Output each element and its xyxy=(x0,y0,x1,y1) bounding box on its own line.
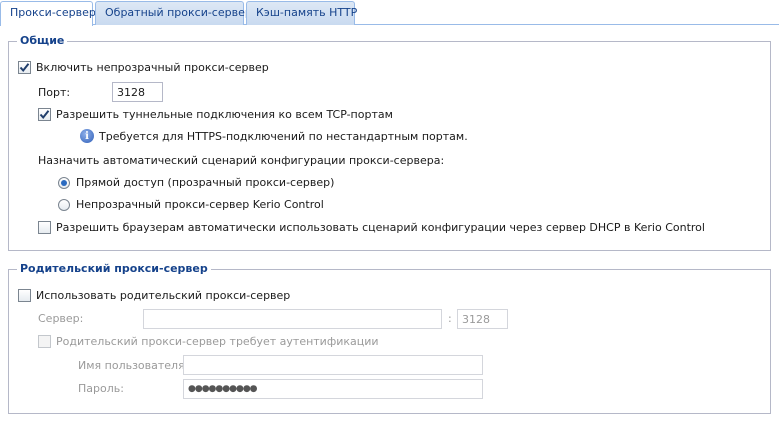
password-input[interactable]: ●●●●●●●●●● xyxy=(183,379,483,399)
server-label: Сервер: xyxy=(38,312,84,325)
radio-direct-row[interactable]: Прямой доступ (прозрачный прокси-сервер) xyxy=(58,176,334,189)
radio-kerio[interactable] xyxy=(58,198,70,211)
check-icon xyxy=(39,110,50,120)
auto-script-label: Назначить автоматический сценарий конфиг… xyxy=(38,154,445,167)
port-input[interactable] xyxy=(112,82,163,102)
password-label: Пароль: xyxy=(78,382,124,395)
allow-tunnel-checkbox[interactable] xyxy=(38,108,51,121)
allow-dhcp-row[interactable]: Разрешить браузерам автоматически исполь… xyxy=(38,221,705,234)
radio-direct[interactable] xyxy=(58,176,70,189)
info-icon: i xyxy=(80,129,94,143)
auth-required-row[interactable]: Родительский прокси-сервер требует аутен… xyxy=(38,335,379,348)
use-parent-checkbox[interactable] xyxy=(18,289,31,302)
auth-required-checkbox[interactable] xyxy=(38,335,51,348)
tab-proxy-server[interactable]: Прокси-сервер xyxy=(0,1,96,26)
allow-dhcp-label: Разрешить браузерам автоматически исполь… xyxy=(56,221,705,234)
enable-proxy-row[interactable]: Включить непрозрачный прокси-сервер xyxy=(18,61,269,74)
radio-selected-dot xyxy=(61,179,67,186)
use-parent-row[interactable]: Использовать родительский прокси-сервер xyxy=(18,289,290,302)
enable-proxy-label: Включить непрозрачный прокси-сервер xyxy=(36,61,269,74)
tab-http-cache[interactable]: Кэш-память HTTP xyxy=(246,1,357,25)
radio-kerio-row[interactable]: Непрозрачный прокси-сервер Kerio Control xyxy=(58,198,324,211)
port-label: Порт: xyxy=(38,86,71,99)
server-port-separator: : xyxy=(448,312,452,325)
general-group-title: Общие xyxy=(17,34,68,47)
info-row: i Требуется для HTTPS-подключений по нес… xyxy=(80,129,468,143)
tab-reverse-proxy[interactable]: Обратный прокси-сервер xyxy=(95,1,252,25)
allow-tunnel-row[interactable]: Разрешить туннельные подключения ко всем… xyxy=(38,108,393,121)
parent-proxy-group-title: Родительский прокси-сервер xyxy=(17,262,211,275)
tab-bar: Прокси-сервер Обратный прокси-сервер Кэш… xyxy=(0,0,779,26)
allow-tunnel-label: Разрешить туннельные подключения ко всем… xyxy=(56,108,393,121)
username-input[interactable] xyxy=(183,355,483,375)
enable-proxy-checkbox[interactable] xyxy=(18,61,31,74)
info-text: Требуется для HTTPS-подключений по неста… xyxy=(99,129,468,143)
radio-kerio-label: Непрозрачный прокси-сервер Kerio Control xyxy=(76,198,324,211)
radio-direct-label: Прямой доступ (прозрачный прокси-сервер) xyxy=(76,176,335,189)
use-parent-label: Использовать родительский прокси-сервер xyxy=(36,289,291,302)
username-label: Имя пользователя: xyxy=(78,359,189,372)
auth-required-label: Родительский прокси-сервер требует аутен… xyxy=(56,335,379,348)
check-icon xyxy=(19,63,30,73)
allow-dhcp-checkbox[interactable] xyxy=(38,221,51,234)
server-input[interactable] xyxy=(143,309,442,329)
server-port-input[interactable] xyxy=(457,309,508,329)
